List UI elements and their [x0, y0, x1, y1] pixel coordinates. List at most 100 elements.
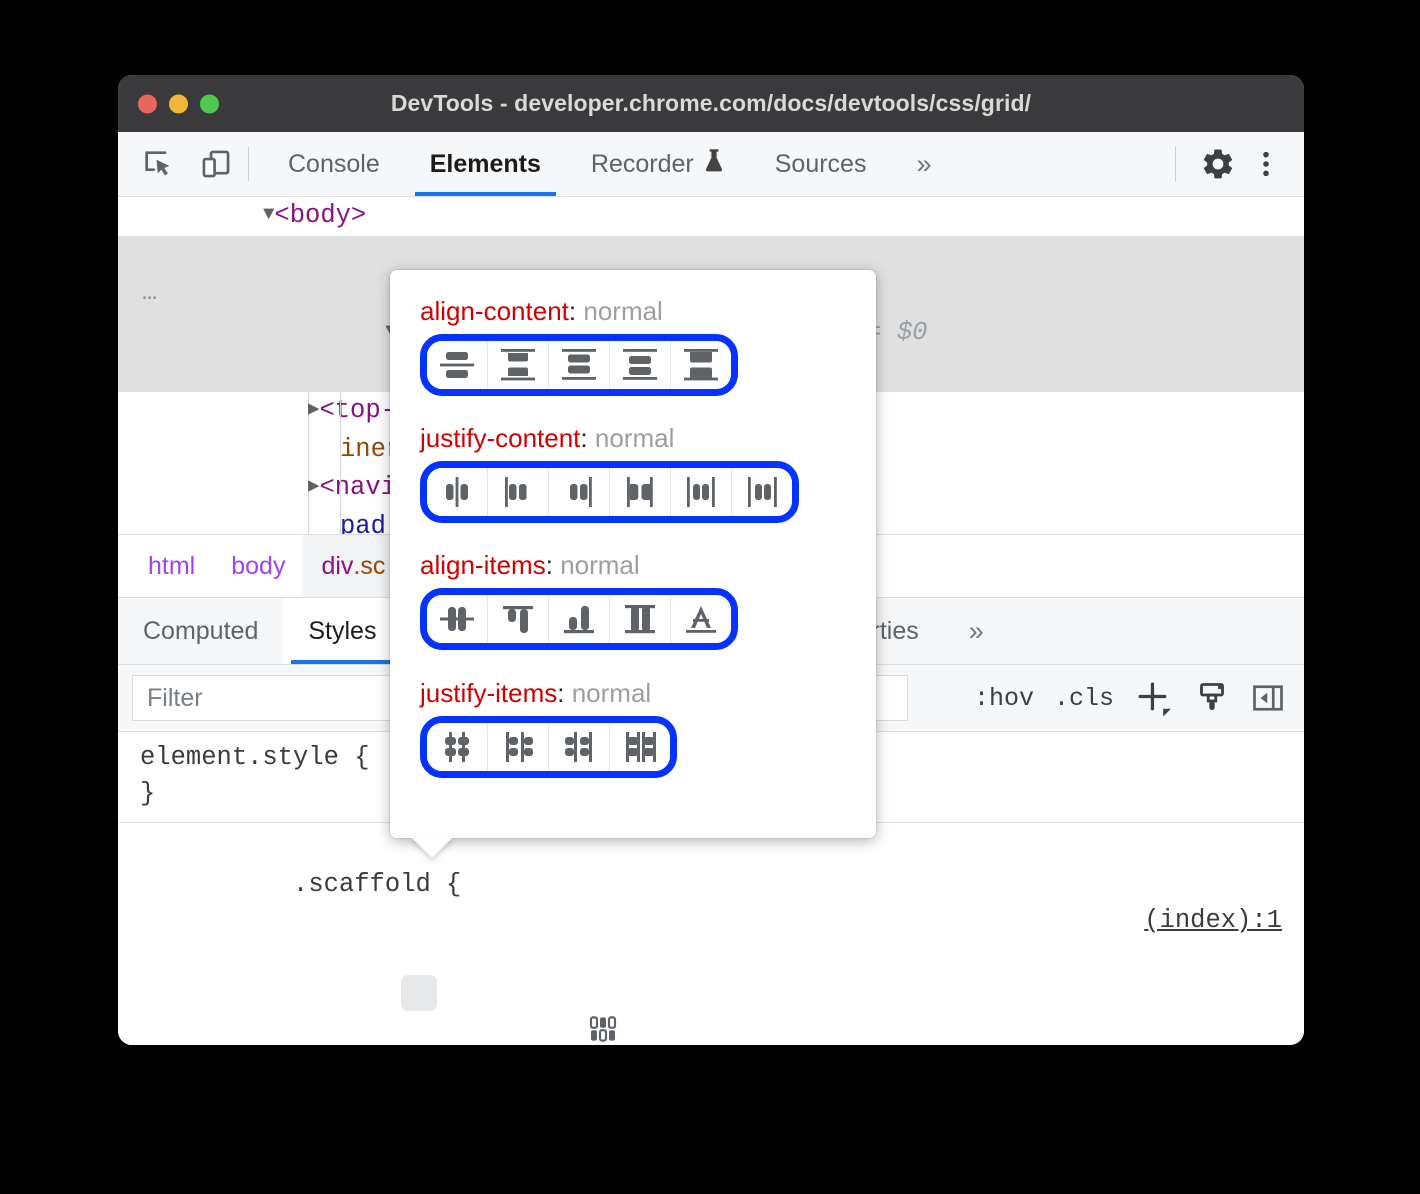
flask-icon: [703, 148, 725, 181]
screenshot-root: DevTools - developer.chrome.com/docs/dev…: [0, 0, 1420, 1194]
devtools-toolbar: Console Elements Recorder Sources: [118, 132, 1304, 197]
align-content-space-between-icon[interactable]: [488, 341, 549, 389]
minimize-window-button[interactable]: [169, 94, 188, 113]
justify-items-label: justify-items: normal: [420, 678, 876, 709]
breadcrumb-label: body: [231, 552, 285, 581]
justify-content-start-icon[interactable]: [488, 468, 549, 516]
justify-content-space-around-icon[interactable]: [671, 468, 732, 516]
tab-console[interactable]: Console: [263, 132, 405, 196]
inspect-element-icon[interactable]: [136, 142, 180, 186]
scaffold-selector[interactable]: .scaffold {: [293, 870, 461, 899]
breadcrumb-item-body[interactable]: body: [213, 535, 303, 597]
plus-icon[interactable]: [1134, 678, 1174, 718]
align-items-center-icon[interactable]: [427, 595, 488, 643]
justify-items-start-icon[interactable]: [488, 723, 549, 771]
align-items-name: align-items: [420, 550, 546, 580]
grid-alignment-popup: align-content: normal: [390, 270, 876, 838]
align-items-end-icon[interactable]: [549, 595, 610, 643]
paintbrush-icon[interactable]: [1194, 680, 1230, 716]
group-justify-content: justify-content: normal: [390, 396, 876, 523]
toolbar-divider: [248, 147, 249, 181]
declaration-display[interactable]: display: grid;: [118, 975, 1304, 1045]
align-items-label: align-items: normal: [420, 550, 876, 581]
window-title: DevTools - developer.chrome.com/docs/dev…: [118, 90, 1304, 117]
tab-computed[interactable]: Computed: [118, 598, 283, 664]
justify-items-name: justify-items: [420, 678, 557, 708]
group-justify-items: justify-items: normal: [390, 650, 876, 778]
align-content-space-around-icon[interactable]: [671, 341, 731, 389]
kebab-menu-icon[interactable]: [1244, 142, 1288, 186]
expand-triangle-icon[interactable]: ▶: [308, 390, 319, 428]
toolbar-right-icons: [1159, 132, 1304, 196]
tab-recorder-label: Recorder: [591, 150, 694, 179]
align-content-label: align-content: normal: [420, 296, 876, 327]
dom-selected-var: $0: [897, 318, 928, 347]
breadcrumb-item-html[interactable]: html: [130, 535, 213, 597]
tab-elements[interactable]: Elements: [405, 132, 566, 196]
align-content-center-icon[interactable]: [427, 341, 488, 389]
align-content-start-icon[interactable]: [549, 341, 610, 389]
rule-origin-link[interactable]: (index):1: [1144, 903, 1282, 939]
tab-console-label: Console: [288, 150, 380, 179]
popup-arrow: [410, 836, 454, 858]
justify-items-end-icon[interactable]: [549, 723, 610, 771]
device-toolbar-icon[interactable]: [194, 142, 238, 186]
grid-editor-icon[interactable]: [401, 975, 437, 1011]
justify-content-space-between-icon[interactable]: [610, 468, 671, 516]
align-items-stretch-icon[interactable]: [610, 595, 671, 643]
breadcrumb-class: .sc: [353, 552, 385, 581]
colon: :: [557, 678, 564, 708]
colon: :: [569, 296, 576, 326]
breadcrumb-item-div-scaffold[interactable]: div.sc: [303, 535, 403, 597]
colon: :: [546, 550, 553, 580]
tab-more-panes-label: »: [969, 616, 984, 647]
expand-triangle-icon[interactable]: ▶: [308, 467, 319, 505]
align-content-value: normal: [583, 296, 662, 326]
justify-content-end-icon[interactable]: [549, 468, 610, 516]
justify-items-center-icon[interactable]: [427, 723, 488, 771]
align-content-name: align-content: [420, 296, 569, 326]
traffic-lights: [138, 94, 219, 113]
tab-more-panels[interactable]: »: [891, 132, 956, 196]
window-titlebar: DevTools - developer.chrome.com/docs/dev…: [118, 75, 1304, 132]
tab-sources[interactable]: Sources: [750, 132, 892, 196]
dom-ellipsis-button[interactable]: …: [142, 274, 159, 312]
close-window-button[interactable]: [138, 94, 157, 113]
group-align-content: align-content: normal: [390, 270, 876, 396]
cls-button[interactable]: .cls: [1054, 684, 1114, 713]
toggle-sidebar-icon[interactable]: [1250, 680, 1286, 716]
toolbar-left-icons: [118, 132, 238, 196]
dom-line-body[interactable]: ▼<body>: [118, 197, 1304, 236]
justify-content-label: justify-content: normal: [420, 423, 876, 454]
gear-icon[interactable]: [1196, 142, 1240, 186]
align-content-buttons: [420, 334, 738, 396]
align-items-buttons: [420, 588, 738, 650]
tab-more-panes[interactable]: »: [944, 598, 1009, 664]
zoom-window-button[interactable]: [200, 94, 219, 113]
justify-content-center-icon[interactable]: [427, 468, 488, 516]
filter-bar-actions: :hov .cls: [974, 678, 1304, 718]
tab-sources-label: Sources: [775, 150, 867, 179]
breadcrumb-element: div: [321, 552, 353, 581]
group-align-items: align-items: normal: [390, 523, 876, 650]
align-content-end-icon[interactable]: [610, 341, 671, 389]
hov-button[interactable]: :hov: [974, 684, 1034, 713]
align-items-baseline-icon[interactable]: [671, 595, 731, 643]
align-items-value: normal: [560, 550, 639, 580]
rule-scaffold[interactable]: .scaffold { (index):1 display: grid; h: [118, 822, 1304, 1045]
justify-items-stretch-icon[interactable]: [610, 723, 670, 771]
tab-computed-label: Computed: [143, 617, 258, 646]
tab-elements-label: Elements: [430, 150, 541, 179]
tab-recorder[interactable]: Recorder: [566, 132, 750, 196]
justify-content-value: normal: [595, 423, 674, 453]
justify-content-space-evenly-icon[interactable]: [732, 468, 792, 516]
toolbar-right-divider: [1175, 146, 1176, 182]
expand-triangle-icon[interactable]: ▼: [263, 197, 274, 233]
align-items-start-icon[interactable]: [488, 595, 549, 643]
tab-more-panels-label: »: [916, 149, 931, 180]
tab-styles-label: Styles: [308, 617, 376, 646]
justify-items-buttons: [420, 716, 677, 778]
scaffold-selector-row[interactable]: .scaffold { (index):1: [118, 831, 1304, 975]
tab-styles[interactable]: Styles: [283, 598, 401, 664]
colon: :: [580, 423, 587, 453]
